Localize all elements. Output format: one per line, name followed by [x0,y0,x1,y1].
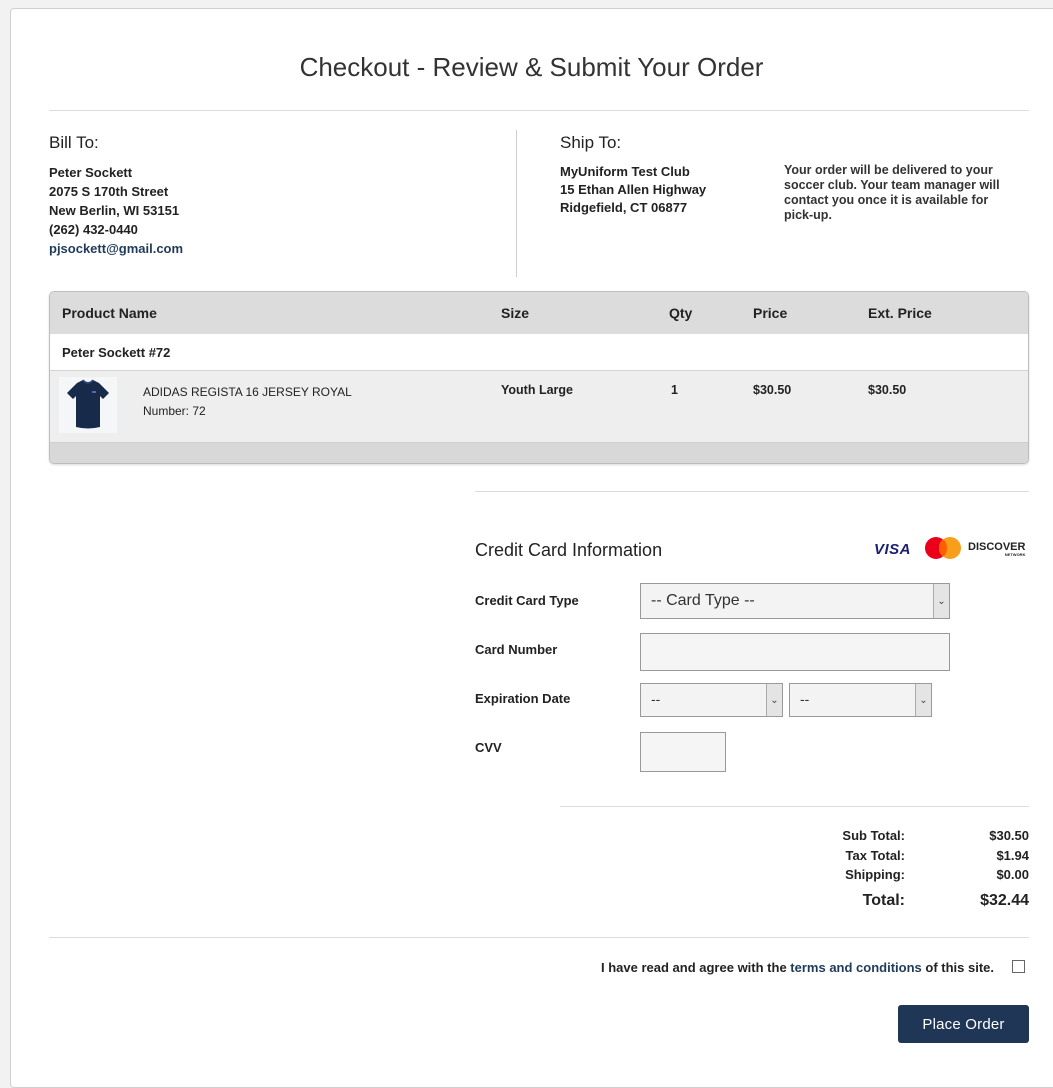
bill-to-street: 2075 S 170th Street [49,184,169,199]
item-price: $30.50 [753,383,792,397]
place-order-button[interactable]: Place Order [898,1005,1029,1043]
table-header: Product Name Size Qty Price Ext. Price [50,292,1028,335]
item-qty: 1 [671,383,678,397]
ship-to-city: Ridgefield, CT 06877 [560,200,688,215]
card-number-label: Card Number [475,642,558,657]
player-group-row: Peter Sockett #72 [50,334,1028,371]
col-qty: Qty [669,305,693,321]
bill-to-name: Peter Sockett [49,165,133,180]
bill-to-heading: Bill To: [49,133,99,152]
card-type-select[interactable]: -- Card Type -- ⌄ [640,583,950,619]
agreement-divider [49,937,1029,938]
address-divider [516,130,517,277]
col-ext-price: Ext. Price [868,305,932,321]
cvv-input[interactable] [640,732,726,772]
bill-to-address: Peter Sockett 2075 S 170th Street New Be… [49,163,183,258]
ship-to-street: 15 Ethan Allen Highway [560,182,707,197]
terms-prefix: I have read and agree with the [601,960,787,975]
subtotal-label: Sub Total: [842,828,905,843]
credit-card-heading: Credit Card Information [475,540,663,560]
jersey-icon [59,377,117,433]
product-number: Number: 72 [143,404,206,418]
terms-agreement-text: I have read and agree with the terms and… [601,960,994,975]
card-number-input[interactable] [640,633,950,671]
card-type-label: Credit Card Type [475,593,579,608]
exp-month-value: -- [651,691,661,707]
delivery-note: Your order will be delivered to your soc… [784,163,1000,222]
col-price: Price [753,305,788,321]
order-table: Product Name Size Qty Price Ext. Price P… [49,291,1029,464]
subtotal-value: $30.50 [989,828,1029,843]
total-value: $32.44 [980,892,1029,909]
payment-divider [475,491,1029,492]
exp-month-select[interactable]: -- ⌄ [640,683,783,717]
cvv-label: CVV [475,740,502,755]
shipping-label: Shipping: [845,867,905,882]
bill-to-phone: (262) 432-0440 [49,222,138,237]
item-ext-price: $30.50 [868,383,907,397]
col-product-name: Product Name [62,305,157,321]
page-title: Checkout - Review & Submit Your Order [299,52,764,82]
exp-year-select[interactable]: -- ⌄ [789,683,932,717]
card-type-value: -- Card Type -- [651,592,755,609]
exp-year-value: -- [800,691,810,707]
terms-checkbox[interactable] [1012,960,1025,973]
col-size: Size [501,305,530,321]
table-row: ADIDAS REGISTA 16 JERSEY ROYAL Number: 7… [50,371,1028,443]
terms-suffix: of this site. [925,960,995,975]
product-info: ADIDAS REGISTA 16 JERSEY ROYAL Number: 7… [143,383,352,421]
discover-logo: DISCOVER NETWORK [968,541,1025,557]
expiration-date-label: Expiration Date [475,691,571,706]
totals-divider [560,806,1029,807]
bill-to-email: pjsockett@gmail.com [49,241,184,256]
tax-label: Tax Total: [845,848,905,863]
shipping-value: $0.00 [996,867,1029,882]
ship-to-name: MyUniform Test Club [560,164,690,179]
terms-link[interactable]: terms and conditions [790,960,921,975]
total-label: Total: [862,892,905,909]
player-group-label: Peter Sockett #72 [62,345,171,360]
product-name: ADIDAS REGISTA 16 JERSEY ROYAL [143,385,352,399]
table-footer [50,443,1028,463]
ship-to-heading: Ship To: [560,133,622,152]
tax-value: $1.94 [996,848,1029,863]
chevron-down-icon: ⌄ [915,684,931,716]
chevron-down-icon: ⌄ [766,684,782,716]
bill-to-city: New Berlin, WI 53151 [49,203,180,218]
ship-to-address: MyUniform Test Club 15 Ethan Allen Highw… [560,163,706,217]
mastercard-icon [925,537,961,559]
chevron-down-icon: ⌄ [933,584,949,618]
title-divider [49,110,1029,111]
visa-logo: VISA [874,541,912,558]
item-size: Youth Large [501,383,573,397]
